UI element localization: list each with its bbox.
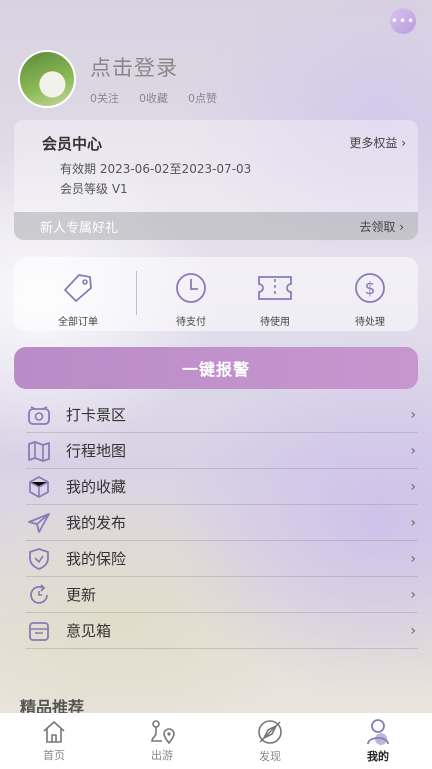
refresh-icon [26, 582, 52, 608]
tab-discover[interactable]: 发现 [216, 713, 324, 769]
to-process-button[interactable]: $ 待处理 [340, 271, 400, 328]
vip-level: 会员等级 V1 [60, 182, 128, 196]
order-panel: 全部订单 待支付 待使用 $ 待处理 [14, 257, 418, 331]
tab-label: 我的 [367, 750, 389, 763]
all-orders-button[interactable]: 全部订单 [48, 271, 108, 328]
tab-home[interactable]: 首页 [0, 713, 108, 769]
menu-item-trip-map[interactable]: 行程地图 › [26, 433, 418, 469]
order-label: 待使用 [260, 317, 290, 328]
tab-label: 首页 [43, 749, 65, 762]
tag-icon [64, 274, 92, 302]
menu-label: 行程地图 [66, 442, 127, 460]
user-icon [367, 719, 389, 745]
menu-list: 打卡景区 › 行程地图 › 我的收藏 › 我的发布 › 我的保险 › 更新 › … [26, 397, 418, 649]
dollar-icon: $ [355, 273, 385, 303]
tab-label: 出游 [151, 749, 173, 762]
menu-label: 意见箱 [66, 622, 112, 640]
chevron-right-icon: › [410, 514, 416, 531]
menu-item-insurance[interactable]: 我的保险 › [26, 541, 418, 577]
chevron-right-icon: › [410, 586, 416, 603]
menu-label: 我的保险 [66, 550, 127, 568]
bottom-tab-bar: 首页 出游 发现 我的 [0, 713, 432, 769]
camera-icon [26, 402, 52, 428]
tab-label: 发现 [259, 750, 281, 763]
profile-header[interactable]: 点击登录 0关注 0收藏 0点赞 [18, 50, 217, 108]
order-label: 待支付 [176, 317, 206, 328]
route-icon [151, 720, 175, 745]
menu-item-checkin[interactable]: 打卡景区 › [26, 397, 418, 433]
box-icon [26, 474, 52, 500]
vip-card: 会员中心 更多权益 › 有效期 2023-06-02至2023-07-03 会员… [14, 120, 418, 240]
new-user-gift-bar[interactable]: 新人专属好礼 去领取 › [14, 212, 418, 240]
menu-label: 我的收藏 [66, 478, 127, 496]
menu-label: 更新 [66, 586, 97, 604]
order-label: 待处理 [355, 317, 385, 328]
emergency-alarm-button[interactable]: 一键报警 [14, 347, 418, 389]
menu-label: 我的发布 [66, 514, 127, 532]
vip-title: 会员中心 [42, 135, 103, 153]
pending-payment-button[interactable]: 待支付 [161, 271, 221, 328]
menu-item-update[interactable]: 更新 › [26, 577, 418, 613]
likes-count[interactable]: 0点赞 [188, 90, 217, 106]
login-link[interactable]: 点击登录 [90, 52, 217, 82]
avatar[interactable] [18, 50, 76, 108]
menu-label: 打卡景区 [66, 406, 127, 424]
follows-count[interactable]: 0关注 [90, 90, 119, 106]
tab-travel[interactable]: 出游 [108, 713, 216, 769]
mail-icon [26, 618, 52, 644]
vip-validity: 有效期 2023-06-02至2023-07-03 [60, 162, 252, 176]
divider [136, 271, 137, 315]
vip-more-benefits-link[interactable]: 更多权益 › [349, 134, 406, 151]
ticket-icon [258, 276, 292, 300]
compass-icon [258, 720, 282, 744]
tab-mine[interactable]: 我的 [324, 713, 432, 769]
chevron-right-icon: › [410, 622, 416, 639]
order-label: 全部订单 [58, 317, 98, 328]
gift-label: 新人专属好礼 [40, 220, 119, 236]
map-icon [26, 438, 52, 464]
chevron-right-icon: › [410, 442, 416, 459]
svg-text:$: $ [365, 279, 376, 299]
chevron-right-icon: › [410, 478, 416, 495]
chevron-right-icon: › [410, 550, 416, 567]
message-icon[interactable]: ••• [390, 8, 416, 34]
menu-item-feedback[interactable]: 意见箱 › [26, 613, 418, 649]
clock-icon [176, 273, 206, 303]
claim-link[interactable]: 去领取 › [359, 218, 404, 235]
chevron-right-icon: › [410, 406, 416, 423]
menu-item-my-posts[interactable]: 我的发布 › [26, 505, 418, 541]
shield-icon [26, 546, 52, 572]
menu-item-favorites[interactable]: 我的收藏 › [26, 469, 418, 505]
to-use-button[interactable]: 待使用 [245, 271, 305, 328]
favorites-count[interactable]: 0收藏 [139, 90, 168, 106]
send-icon [26, 510, 52, 536]
home-icon [43, 721, 65, 743]
